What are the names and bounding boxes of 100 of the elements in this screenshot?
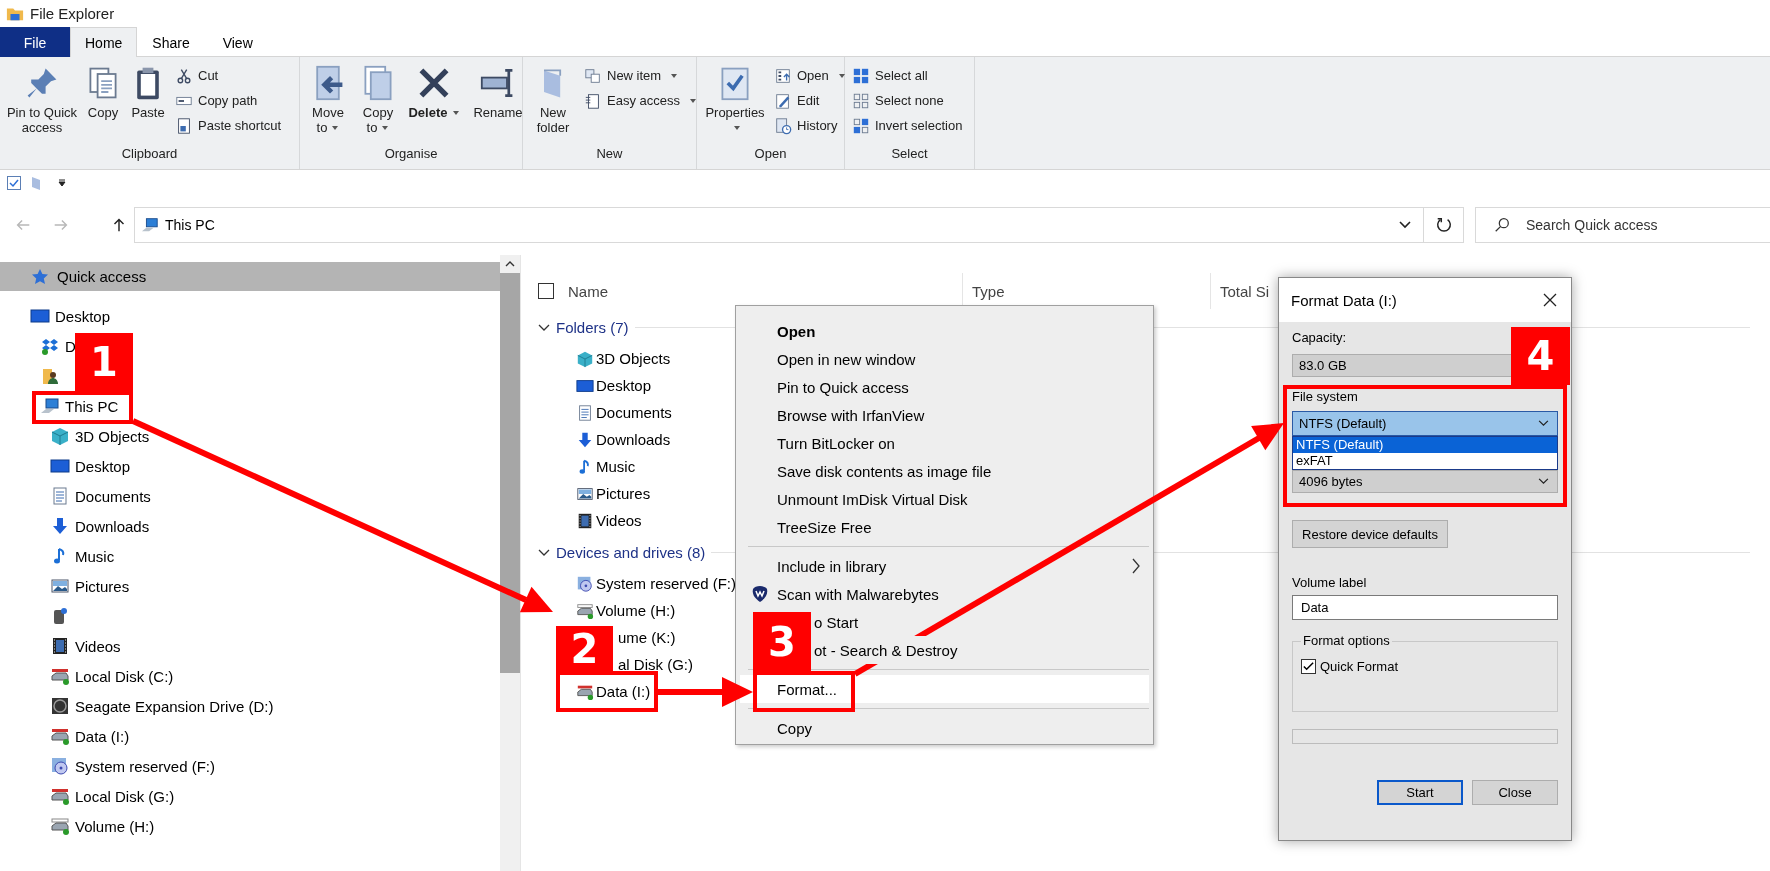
nav-item[interactable]: Seagate Expansion Drive (D:) — [0, 691, 500, 721]
ribbon-button[interactable]: Pin to Quick access — [4, 61, 80, 137]
ribbon-button[interactable]: Copy to — [354, 61, 402, 137]
search-field[interactable]: Search Quick access — [1475, 207, 1770, 243]
list-item[interactable]: al Disk (G:) — [617, 651, 693, 678]
address-field[interactable]: This PC — [135, 208, 1387, 242]
ribbon-button[interactable]: Edit — [771, 88, 849, 113]
caret-icon — [381, 124, 390, 132]
checkbox[interactable] — [1301, 659, 1316, 674]
ribbon-button[interactable]: Paste shortcut — [172, 113, 285, 138]
list-item[interactable]: Videos — [576, 507, 642, 534]
list-item[interactable]: Music — [576, 453, 636, 480]
column-header[interactable]: Name — [568, 273, 962, 309]
ribbon-button[interactable]: Copy path — [172, 88, 285, 113]
dropdown-option[interactable]: exFAT — [1293, 453, 1557, 469]
list-item[interactable]: Documents — [576, 399, 672, 426]
group-header[interactable]: Devices and drives (8) — [556, 543, 706, 561]
file-system-dropdown[interactable]: NTFS (Default) — [1292, 411, 1558, 436]
scrollbar[interactable] — [500, 255, 520, 871]
ribbon-button[interactable]: Delete — [404, 61, 464, 122]
nav-item[interactable]: Music — [0, 541, 500, 571]
menu-item[interactable]: Include in library — [740, 552, 1149, 580]
menu-item[interactable]: Copy — [740, 714, 1149, 742]
dialog-button[interactable]: Close — [1472, 780, 1558, 805]
ribbon-button[interactable]: Rename — [466, 61, 530, 122]
ribbon-tab[interactable]: Share — [137, 27, 205, 57]
ribbon-button[interactable]: Copy — [82, 61, 124, 122]
column-header[interactable]: Total Si — [1210, 273, 1270, 309]
allocation-dropdown[interactable]: 4096 bytes — [1292, 470, 1558, 493]
menu-item[interactable]: TreeSize Free — [740, 513, 1149, 541]
ribbon-button[interactable]: Open — [771, 63, 849, 88]
search-icon — [1493, 216, 1511, 234]
nav-item[interactable]: Local Disk (G:) — [0, 781, 500, 811]
nav-item[interactable]: Desktop — [0, 301, 500, 331]
ribbon-button[interactable]: Easy access — [581, 88, 700, 113]
input-field[interactable]: Data — [1292, 595, 1558, 620]
ribbon-button[interactable]: Paste — [126, 61, 170, 122]
ribbon-button[interactable]: New folder — [527, 61, 579, 137]
menu-item[interactable]: Save disk contents as image file — [740, 457, 1149, 485]
ribbon-button[interactable]: Properties — [701, 61, 769, 137]
list-item[interactable]: 3D Objects — [576, 345, 671, 372]
documents-icon — [576, 403, 594, 422]
disk-icon — [50, 696, 70, 716]
step-number: 4 — [1511, 327, 1570, 385]
list-item[interactable]: System reserved (F:) — [576, 570, 737, 597]
ribbon-button[interactable]: Select none — [849, 88, 966, 113]
ribbon-button[interactable]: History — [771, 113, 849, 138]
menu-item[interactable]: Browse with IrfanView — [740, 401, 1149, 429]
nav-item[interactable]: Quick access — [0, 262, 500, 291]
ribbon-button[interactable]: Invert selection — [849, 113, 966, 138]
ribbon-tab[interactable]: Home — [70, 27, 138, 57]
menu-item[interactable]: Unmount ImDisk Virtual Disk — [740, 485, 1149, 513]
menu-item[interactable]: Open in new window — [740, 345, 1149, 373]
ribbon-tab[interactable]: File — [0, 27, 70, 57]
capacity-dropdown[interactable]: 83.0 GB — [1292, 354, 1512, 377]
close-icon[interactable] — [1543, 293, 1557, 307]
check-icon[interactable] — [6, 174, 22, 191]
nav-item[interactable]: System reserved (F:) — [0, 751, 500, 781]
nav-item[interactable]: This PC — [0, 391, 500, 421]
group-header[interactable]: Folders (7) — [556, 318, 629, 336]
nav-item[interactable]: Pictures — [0, 571, 500, 601]
nav-item[interactable]: 3D Objects — [0, 421, 500, 451]
nav-item[interactable]: Downloads — [0, 511, 500, 541]
scroll-thumb[interactable] — [500, 273, 520, 673]
menu-item[interactable]: Turn BitLocker on — [740, 429, 1149, 457]
nav-item[interactable]: Documents — [0, 481, 500, 511]
ribbon-tab[interactable]: View — [204, 27, 271, 57]
nav-item[interactable]: Volume (H:) — [0, 811, 500, 841]
nav-item[interactable]: Desktop — [0, 451, 500, 481]
checkbox-label: Quick Format — [1320, 659, 1398, 674]
menu-item[interactable]: ot - Search & Destroy — [812, 636, 958, 664]
ribbon-button[interactable]: Cut — [172, 63, 285, 88]
list-item[interactable]: Downloads — [576, 426, 671, 453]
arrow-up-icon[interactable] — [505, 259, 515, 269]
ribbon-button[interactable]: New item — [581, 63, 700, 88]
dropdown-option[interactable]: NTFS (Default) — [1293, 437, 1557, 453]
nav-item[interactable]: Local Disk (C:) — [0, 661, 500, 691]
list-item[interactable]: Desktop — [576, 372, 652, 399]
step-number: 3 — [753, 612, 811, 671]
caret-icon[interactable] — [58, 178, 66, 187]
list-item[interactable]: ume (K:) — [617, 624, 676, 651]
list-item[interactable]: Volume (H:) — [576, 597, 676, 624]
dialog-button[interactable]: Start — [1377, 780, 1463, 805]
history-icon — [774, 116, 792, 135]
checkbox[interactable] — [538, 283, 554, 299]
ribbon-button[interactable]: Select all — [849, 63, 966, 88]
group-label: Format options — [1301, 633, 1392, 649]
menu-item[interactable]: Scan with Malwarebytes — [740, 580, 1149, 608]
nav-item[interactable]: Videos — [0, 631, 500, 661]
nav-item[interactable]: Data (I:) — [0, 721, 500, 751]
invert-selection-icon — [852, 116, 870, 135]
ribbon-button[interactable]: Move to — [304, 61, 352, 137]
list-item[interactable]: Pictures — [576, 480, 651, 507]
computer-icon — [40, 396, 60, 416]
restore-button[interactable]: Restore device defaults — [1292, 520, 1448, 548]
menu-item[interactable]: Pin to Quick access — [740, 373, 1149, 401]
menu-item[interactable]: Open — [740, 317, 1149, 345]
list-item[interactable]: Data (I:) — [576, 678, 651, 705]
documents-icon — [50, 486, 70, 506]
menu-item[interactable]: Format... — [740, 675, 1149, 703]
